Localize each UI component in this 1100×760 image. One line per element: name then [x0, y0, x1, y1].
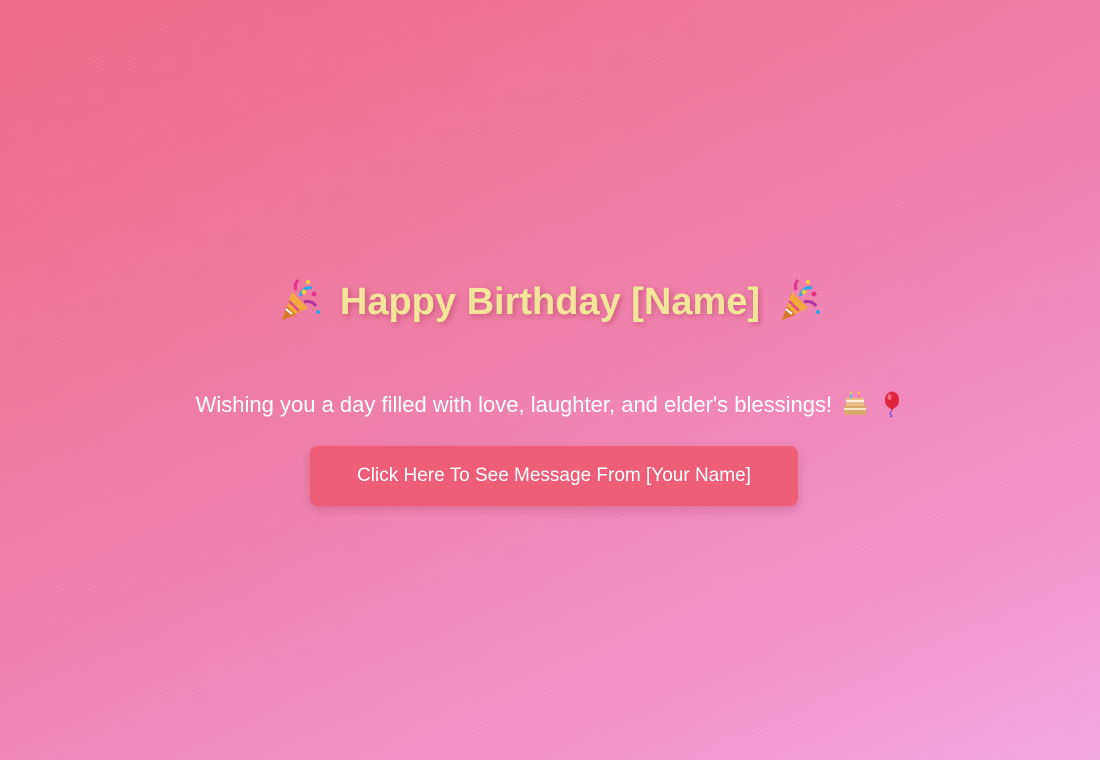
page-title: Happy Birthday [Name]: [0, 278, 1100, 326]
birthday-wish-text: Wishing you a day filled with love, laug…: [0, 390, 1100, 420]
party-popper-icon: [281, 278, 320, 320]
birthday-cake-icon: [844, 391, 867, 415]
title-text: Happy Birthday [Name]: [339, 281, 761, 323]
see-message-button[interactable]: Click Here To See Message From [Your Nam…: [310, 446, 798, 506]
party-popper-icon: [782, 278, 821, 320]
balloon-icon: [885, 391, 900, 417]
wish-message: Wishing you a day filled with love, laug…: [195, 392, 833, 417]
birthday-card: Happy Birthday [Name] Wishing you a day …: [0, 0, 1100, 760]
